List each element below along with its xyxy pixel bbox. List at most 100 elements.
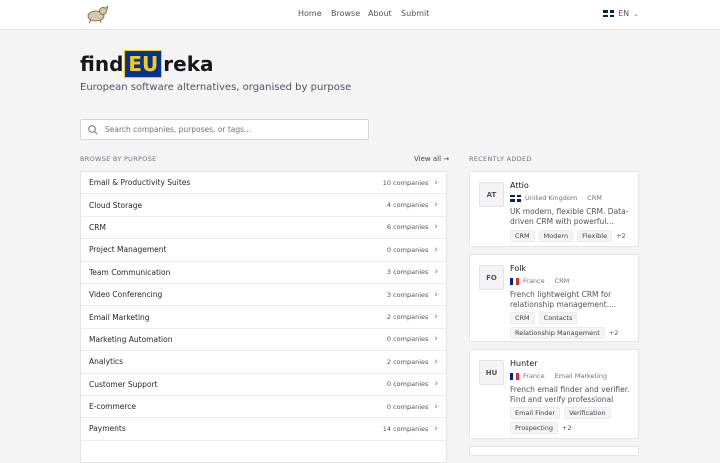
chevron-right-icon: › — [434, 379, 438, 390]
purpose-count: 14 companies — [382, 424, 429, 433]
purpose-name: E-commerce — [89, 402, 137, 412]
nav-submit-link[interactable]: Submit — [401, 9, 429, 18]
brand-prefix: find — [80, 52, 124, 76]
search-icon — [88, 124, 98, 134]
tag[interactable]: Prospecting — [510, 422, 558, 434]
company-category: CRM — [554, 277, 570, 285]
purpose-count: 3 companies — [386, 290, 429, 299]
purpose-count: 0 companies — [386, 380, 429, 389]
tag[interactable]: Verification — [564, 407, 611, 419]
purpose-name: Project Management — [89, 245, 167, 255]
chevron-right-icon: › — [434, 356, 438, 367]
tag[interactable]: Email Finder — [510, 407, 561, 419]
purpose-name: CRM — [89, 222, 106, 232]
purpose-name: Team Communication — [89, 267, 171, 277]
company-avatar: HU — [479, 360, 504, 385]
purpose-count: 0 companies — [386, 245, 429, 254]
company-card-folk[interactable]: FO Folk France CRM French lightweight CR… — [469, 254, 639, 342]
purpose-item-video-conferencing[interactable]: Video Conferencing 3 companies › — [81, 284, 446, 307]
language-code: EN — [618, 9, 630, 18]
purpose-item-marketing-automation[interactable]: Marketing Automation 0 companies › — [81, 329, 446, 352]
top-navbar: Home Browse About Submit EN ⌄ — [0, 0, 720, 30]
tag[interactable]: CRM — [510, 312, 535, 324]
tag[interactable]: Flexible — [577, 230, 613, 242]
chevron-right-icon: › — [434, 312, 438, 323]
tag-list: CRM Contacts Relationship Management +2 — [510, 312, 635, 339]
company-name: Hunter — [510, 359, 538, 368]
purpose-name: Email Marketing — [89, 312, 150, 322]
purpose-count: 2 companies — [386, 357, 429, 366]
purpose-item-email-marketing[interactable]: Email Marketing 2 companies › — [81, 306, 446, 329]
purpose-count: 4 companies — [386, 201, 429, 210]
nav-about-link[interactable]: About — [368, 9, 392, 18]
purpose-name: Video Conferencing — [89, 290, 163, 300]
company-meta: France CRM — [510, 277, 569, 285]
fr-flag-icon — [510, 277, 519, 285]
more-tags-count: +2 — [616, 232, 626, 240]
company-description: UK modern, flexible CRM. Data- driven CR… — [510, 207, 632, 227]
tag[interactable]: CRM — [510, 230, 535, 242]
tag[interactable]: Contacts — [538, 312, 578, 324]
fr-flag-icon — [510, 372, 519, 380]
browse-section-label: BROWSE BY PURPOSE — [80, 155, 157, 163]
brand-suffix: reka — [163, 52, 214, 76]
nav-home-link[interactable]: Home — [298, 9, 322, 18]
company-meta: France Email Marketing — [510, 372, 607, 380]
page-subtitle: European software alternatives, organise… — [80, 82, 352, 93]
company-avatar: FO — [479, 265, 504, 290]
description-line: French email finder and verifier. — [510, 385, 630, 394]
company-description: French lightweight CRM for relationship … — [510, 290, 632, 310]
search-input[interactable] — [103, 124, 357, 135]
company-country: France — [523, 372, 545, 380]
purpose-item-crm[interactable]: CRM 6 companies › — [81, 217, 446, 240]
description-line: driven CRM with powerful... — [510, 217, 614, 226]
more-tags-count: +2 — [608, 329, 619, 337]
brand-title: find EU reka — [80, 50, 214, 78]
company-card-partial[interactable] — [469, 446, 639, 456]
purpose-count: 0 companies — [386, 402, 429, 411]
company-avatar: AT — [479, 182, 504, 207]
purpose-count: 0 companies — [386, 335, 429, 344]
view-all-link[interactable]: View all → — [414, 155, 449, 163]
purpose-item-email-productivity-suites[interactable]: Email & Productivity Suites 10 companies… — [81, 172, 446, 195]
company-card-attio[interactable]: AT Attio United Kingdom CRM UK modern, f… — [469, 171, 639, 247]
company-meta: United Kingdom CRM — [510, 194, 602, 202]
chevron-right-icon: › — [434, 423, 438, 434]
chevron-right-icon: › — [434, 177, 438, 188]
purpose-item-e-commerce[interactable]: E-commerce 0 companies › — [81, 396, 446, 419]
purpose-item-customer-support[interactable]: Customer Support 0 companies › — [81, 374, 446, 396]
purpose-count: 6 companies — [386, 223, 429, 232]
purpose-item-team-communication[interactable]: Team Communication 3 companies › — [81, 262, 446, 284]
purpose-item-analytics[interactable]: Analytics 2 companies › — [81, 351, 446, 374]
purpose-name: Customer Support — [89, 379, 158, 389]
purpose-item-cloud-storage[interactable]: Cloud Storage 4 companies › — [81, 194, 446, 217]
purpose-item-project-management[interactable]: Project Management 0 companies › — [81, 239, 446, 262]
purpose-count: 10 companies — [382, 178, 429, 187]
tag[interactable]: Modern — [538, 230, 574, 242]
tag[interactable]: Relationship Management — [510, 327, 605, 339]
purpose-item-payments[interactable]: Payments 14 companies › — [81, 418, 446, 441]
purpose-count: 3 companies — [386, 268, 429, 277]
chevron-right-icon: › — [434, 334, 438, 345]
purpose-name: Cloud Storage — [89, 200, 143, 210]
purpose-count: 2 companies — [386, 313, 429, 322]
search-box — [80, 119, 369, 140]
nav-browse-link[interactable]: Browse — [331, 9, 360, 18]
description-line: French lightweight CRM for — [510, 290, 612, 299]
more-tags-count: +2 — [562, 424, 572, 432]
language-selector[interactable]: EN ⌄ — [603, 9, 639, 18]
purpose-name: Email & Productivity Suites — [89, 178, 191, 188]
purpose-name: Payments — [89, 424, 126, 434]
recent-section-label: RECENTLY ADDED — [469, 155, 532, 163]
uk-flag-icon — [603, 10, 615, 17]
company-name: Folk — [510, 264, 527, 273]
chevron-right-icon: › — [434, 244, 438, 255]
company-card-hunter[interactable]: HU Hunter France Email Marketing French … — [469, 349, 639, 439]
tag-list: CRM Modern Flexible +2 — [510, 230, 635, 242]
chevron-right-icon: › — [434, 222, 438, 233]
purpose-list: Email & Productivity Suites 10 companies… — [80, 171, 447, 463]
chevron-right-icon: › — [434, 289, 438, 300]
chevron-right-icon: › — [434, 267, 438, 278]
description-line: relationship management.... — [510, 300, 617, 309]
chevron-right-icon: › — [434, 200, 438, 211]
